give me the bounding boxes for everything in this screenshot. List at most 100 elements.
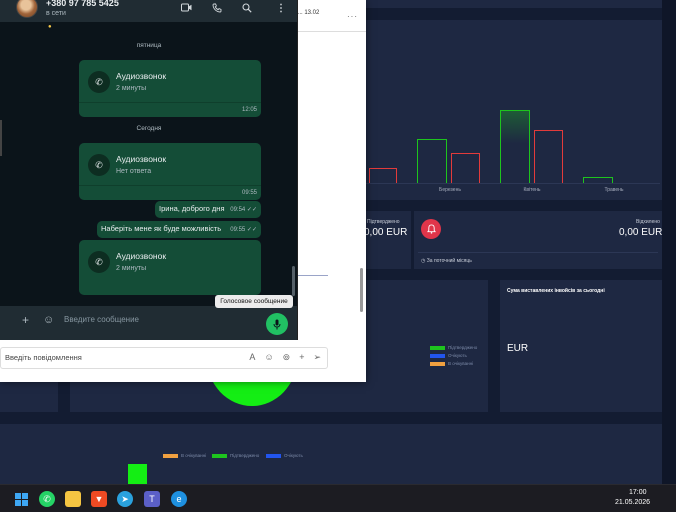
bell-icon	[421, 219, 441, 239]
period-note: ◷ За поточний місяць	[421, 258, 472, 264]
composer-toolbar: A ☺ ⊚ + ➢	[249, 352, 321, 363]
period-note-text: За поточний місяць	[426, 258, 472, 264]
bottom-chart-bar	[128, 464, 147, 484]
call-bubble[interactable]: ✆ Аудиозвонок Нет ответа 09:55	[79, 143, 261, 200]
legend-label: В очікуванні	[448, 361, 474, 366]
bottom-chart-panel	[0, 424, 662, 484]
telegram-icon[interactable]: ➤	[117, 491, 133, 507]
chart-bar	[500, 110, 530, 183]
text-format-icon[interactable]: A	[249, 352, 255, 363]
avatar[interactable]	[16, 0, 38, 18]
legend-label: В очікуванні	[181, 453, 207, 458]
chat-scrollbar[interactable]	[292, 266, 295, 296]
composer-placeholder[interactable]: Введіть повідомлення	[5, 353, 82, 362]
teams-icon[interactable]: T	[144, 491, 160, 507]
x-tick-label: Травень	[604, 187, 624, 193]
confirmed-label: Підтверджено	[367, 219, 400, 225]
message-bubble[interactable]: Ірина, доброго дня 09:54 ✓✓	[155, 201, 261, 218]
chart-bar	[417, 139, 447, 183]
call-subtitle: 2 минуты	[116, 265, 147, 272]
taskbar-date[interactable]: 21.05.2026	[615, 499, 650, 506]
contact-status: в сети	[46, 10, 66, 17]
day-separator: пятница	[136, 42, 162, 49]
call-title: Аудиозвонок	[116, 251, 167, 261]
x-tick-label: Квітень	[523, 187, 541, 193]
call-icon: ✆	[88, 251, 110, 273]
bottom-legend-item: Очікують	[266, 453, 303, 458]
bottom-legend-item: В очікуванні	[163, 453, 206, 458]
legend-label: Підтверджено	[230, 453, 260, 458]
x-tick-label: Березень	[439, 187, 461, 193]
taskbar: ✆ ▼ ➤ T e 17:00 21.05.2026	[0, 484, 676, 512]
plus-icon[interactable]: +	[299, 352, 304, 363]
window-edge-handle	[0, 120, 2, 156]
legend-swatch	[163, 453, 178, 458]
legend-label: Підтверджено	[448, 345, 478, 350]
call-time: 09:55	[241, 190, 257, 196]
message-bubble[interactable]: Наберіть мене як буде можливість 09:55 ✓…	[97, 221, 261, 238]
legend-item: Очікують	[430, 353, 467, 358]
card-divider	[418, 252, 658, 253]
rejected-value: 0,00 EUR	[619, 227, 663, 238]
more-vert-icon[interactable]: ⋮	[276, 3, 286, 14]
emoji-reaction: ●	[48, 24, 52, 30]
emoji-icon[interactable]: ☺	[264, 352, 273, 363]
contact-phone[interactable]: +380 97 785 5425	[46, 0, 119, 8]
message-input[interactable]: Введите сообщение	[64, 315, 139, 324]
confirmed-value: 0,00 EUR	[364, 227, 408, 238]
call-icon: ✆	[88, 71, 110, 93]
browser-scrollbar[interactable]	[360, 268, 363, 312]
call-icon: ✆	[88, 154, 110, 176]
whatsapp-window: +380 97 785 5425 в сети ⋮ ● пятница ✆ Ау…	[0, 0, 298, 340]
call-bubble[interactable]: ✆ Аудиозвонок 2 минуты 12:05	[79, 60, 261, 117]
legend-item: В очікуванні	[430, 361, 473, 366]
legend-item: Підтверджено	[430, 345, 477, 350]
chat-footer: + ☺ Введите сообщение	[0, 306, 297, 340]
search-icon[interactable]	[242, 3, 252, 16]
call-title: Аудиозвонок	[116, 71, 167, 81]
bubble-divider	[79, 185, 261, 186]
bottom-legend-item: Підтверджено	[212, 453, 259, 458]
sticker-icon[interactable]: ☺	[43, 314, 54, 326]
right-scroll-edge	[662, 0, 676, 484]
chart-bar	[369, 168, 397, 183]
chat-header[interactable]: +380 97 785 5425 в сети ⋮	[0, 0, 297, 22]
rejected-label: Відхилено	[636, 219, 660, 225]
call-time: 12:05	[241, 107, 257, 113]
plus-icon[interactable]: +	[22, 313, 29, 327]
windows-start-icon[interactable]	[13, 491, 29, 507]
phone-icon[interactable]	[212, 3, 222, 16]
legend-swatch	[430, 353, 445, 358]
file-explorer-icon[interactable]	[65, 491, 81, 507]
message-time: 09:54 ✓✓	[230, 207, 257, 213]
legend-label: Очікують	[284, 453, 303, 458]
chart-baseline	[366, 183, 660, 184]
legend-swatch	[212, 453, 227, 458]
invoices-title: Сума виставлених інвойсів за сьогодні	[507, 288, 605, 294]
sticker-icon[interactable]: ⊚	[283, 352, 291, 363]
chart-bar	[534, 130, 563, 183]
message-composer[interactable]: Введіть повідомлення A ☺ ⊚ + ➢	[0, 347, 328, 369]
mic-tooltip: Голосовое сообщение	[215, 295, 293, 308]
message-time: 09:55 ✓✓	[230, 227, 257, 233]
video-icon[interactable]	[181, 3, 192, 15]
brave-icon[interactable]: ▼	[91, 491, 107, 507]
message-text: Ірина, доброго дня	[159, 204, 225, 213]
taskbar-time[interactable]: 17:00	[629, 489, 647, 496]
legend-label: Очікують	[448, 353, 467, 358]
chart-bar	[451, 153, 480, 183]
legend-swatch	[430, 361, 445, 366]
call-subtitle: Нет ответа	[116, 168, 152, 175]
edge-icon[interactable]: e	[171, 491, 187, 507]
mic-icon[interactable]	[266, 313, 288, 335]
invoices-currency: EUR	[507, 343, 529, 354]
browser-menu-button[interactable]: ···	[347, 12, 358, 21]
left-stub-panel	[0, 382, 58, 412]
call-bubble[interactable]: ✆ Аудиозвонок 2 минуты	[79, 240, 261, 295]
legend-swatch	[430, 345, 445, 350]
message-text: Наберіть мене як буде можливість	[101, 224, 222, 233]
top-strip-panel	[366, 0, 662, 8]
call-subtitle: 2 минуты	[116, 85, 147, 92]
whatsapp-icon[interactable]: ✆	[39, 491, 55, 507]
send-icon[interactable]: ➢	[313, 352, 321, 363]
